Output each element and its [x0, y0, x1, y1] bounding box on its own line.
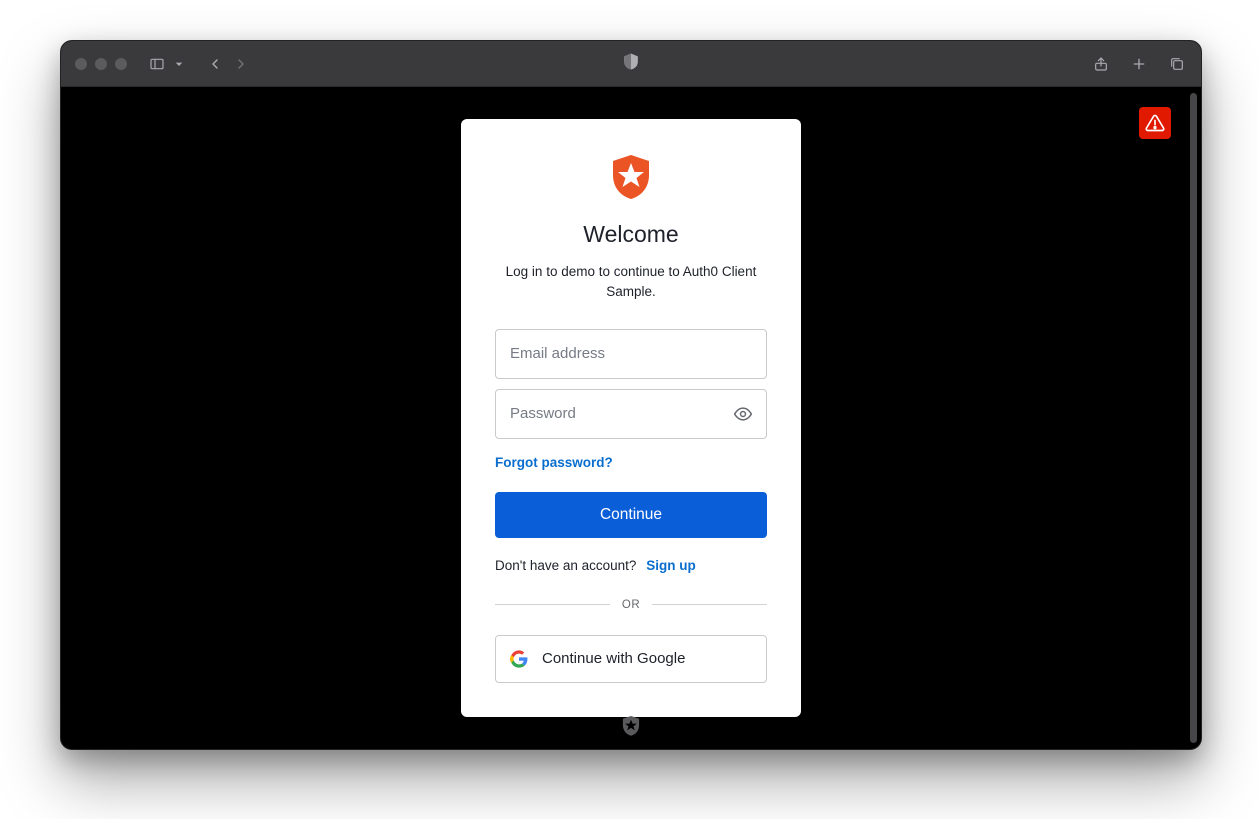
minimize-window-dot[interactable] — [95, 58, 107, 70]
close-window-dot[interactable] — [75, 58, 87, 70]
password-field[interactable] — [495, 389, 767, 439]
vertical-scrollbar[interactable] — [1190, 93, 1197, 743]
divider: OR — [495, 595, 767, 613]
alert-badge[interactable] — [1139, 107, 1171, 139]
browser-window: Welcome Log in to demo to continue to Au… — [60, 40, 1202, 750]
login-subtitle: Log in to demo to continue to Auth0 Clie… — [495, 262, 767, 303]
privacy-shield-icon — [624, 53, 638, 74]
email-field[interactable] — [495, 329, 767, 379]
auth0-logo-icon — [611, 155, 651, 199]
sidebar-toggle-button[interactable] — [145, 52, 169, 76]
footer-auth0-badge — [622, 716, 640, 741]
signup-prompt: Don't have an account? — [495, 558, 636, 573]
signup-link[interactable]: Sign up — [646, 558, 696, 573]
login-card: Welcome Log in to demo to continue to Au… — [461, 119, 801, 717]
continue-button[interactable]: Continue — [495, 492, 767, 538]
new-tab-button[interactable] — [1127, 52, 1151, 76]
continue-with-google-button[interactable]: Continue with Google — [495, 635, 767, 683]
google-icon — [510, 650, 528, 668]
google-button-label: Continue with Google — [542, 650, 685, 667]
auth0-badge-icon — [622, 716, 640, 736]
back-button[interactable] — [203, 52, 227, 76]
forgot-password-link[interactable]: Forgot password? — [495, 455, 613, 470]
tab-overview-button[interactable] — [1165, 52, 1189, 76]
signup-row: Don't have an account? Sign up — [495, 558, 767, 573]
eye-icon — [733, 404, 753, 424]
titlebar — [61, 41, 1201, 87]
share-button[interactable] — [1089, 52, 1113, 76]
page-content: Welcome Log in to demo to continue to Au… — [61, 87, 1201, 749]
email-field-wrap — [495, 329, 767, 379]
window-controls — [75, 58, 127, 70]
forward-button[interactable] — [229, 52, 253, 76]
warning-icon — [1145, 113, 1165, 133]
sidebar-dropdown-button[interactable] — [171, 52, 187, 76]
toggle-password-visibility-button[interactable] — [729, 400, 757, 428]
login-title: Welcome — [495, 221, 767, 248]
logo-wrap — [495, 155, 767, 199]
zoom-window-dot[interactable] — [115, 58, 127, 70]
password-field-wrap — [495, 389, 767, 439]
divider-label: OR — [610, 599, 652, 611]
